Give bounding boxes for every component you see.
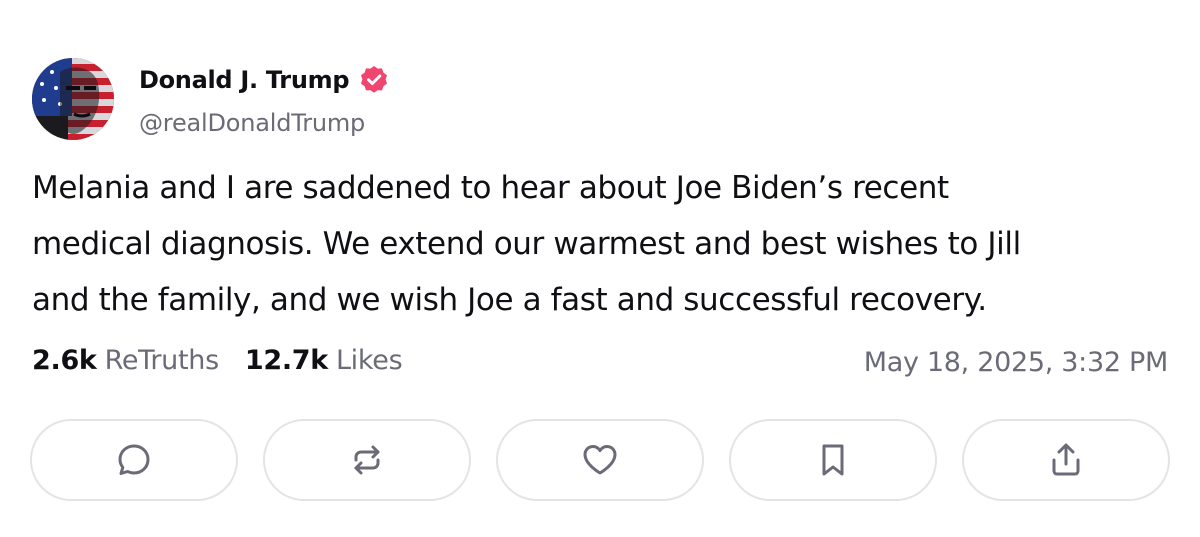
bookmark-button[interactable] bbox=[729, 419, 937, 501]
post-timestamp: May 18, 2025, 3:32 PM bbox=[863, 347, 1169, 378]
share-icon bbox=[1052, 443, 1080, 476]
retruth-button[interactable] bbox=[263, 419, 471, 501]
likes-count[interactable]: 12.7k bbox=[245, 345, 328, 376]
reply-icon bbox=[118, 444, 150, 475]
avatar-image bbox=[32, 58, 114, 140]
post-stats: 2.6k ReTruths 12.7k Likes bbox=[32, 345, 403, 376]
author-name[interactable]: Donald J. Trump bbox=[139, 66, 350, 94]
share-button[interactable] bbox=[962, 419, 1170, 501]
author-row: Donald J. Trump bbox=[139, 62, 390, 98]
like-button[interactable] bbox=[496, 419, 704, 501]
post-body-line: medical diagnosis. We extend our warmest… bbox=[32, 226, 1021, 262]
heart-icon bbox=[583, 445, 617, 475]
action-bar bbox=[30, 419, 1170, 501]
retruths-label[interactable]: ReTruths bbox=[105, 345, 220, 376]
post-body-line: and the family, and we wish Joe a fast a… bbox=[32, 282, 987, 318]
bookmark-icon bbox=[822, 444, 844, 476]
retruth-icon bbox=[354, 445, 380, 475]
retruths-count[interactable]: 2.6k bbox=[32, 345, 97, 376]
reply-button[interactable] bbox=[30, 419, 238, 501]
post-body-line: Melania and I are saddened to hear about… bbox=[32, 170, 949, 206]
likes-label[interactable]: Likes bbox=[336, 345, 403, 376]
verified-badge-icon bbox=[361, 66, 388, 93]
author-handle[interactable]: @realDonaldTrump bbox=[139, 109, 365, 137]
avatar[interactable] bbox=[32, 58, 114, 140]
post-body: Melania and I are saddened to hear about… bbox=[32, 160, 1172, 328]
